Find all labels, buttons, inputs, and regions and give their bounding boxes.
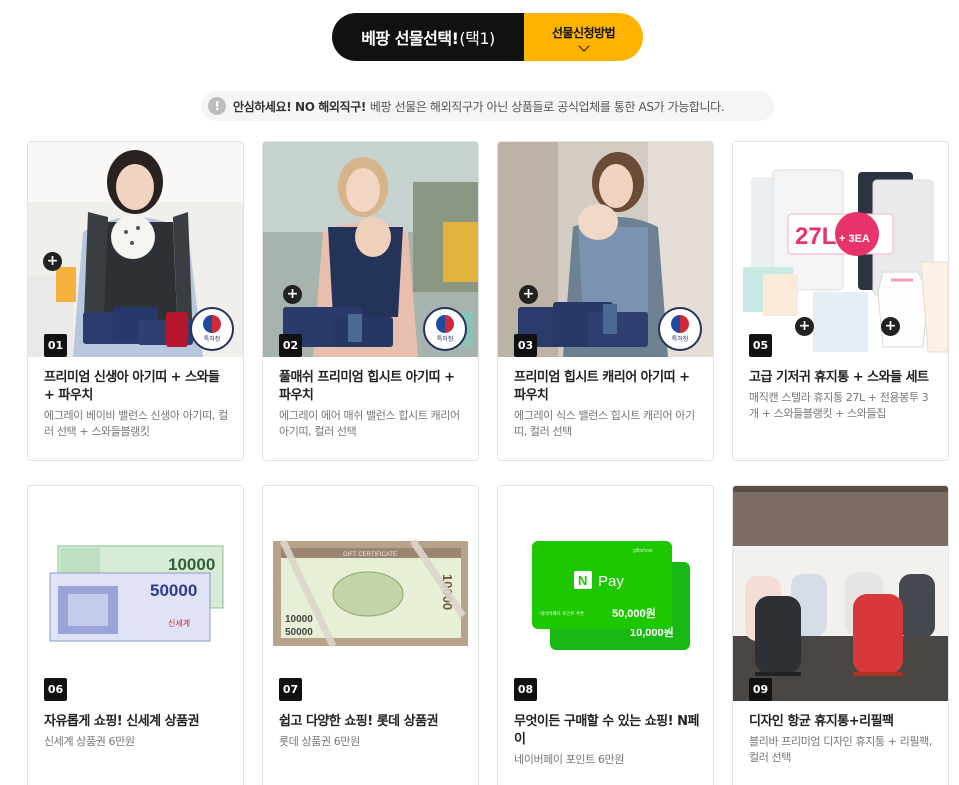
product-title: 쉽고 다양한 쇼핑! 롯데 상품권 — [279, 714, 439, 729]
plus-icon[interactable]: + — [283, 285, 302, 304]
svg-text:50,000원: 50,000원 — [612, 606, 656, 620]
tab-gift-select[interactable]: 베팡 선물선택! (택1) — [332, 13, 524, 61]
product-image: GIFT CERTIFICATE 10000 50000 10000 07 — [263, 486, 478, 701]
product-image: + 특허청 03 — [498, 142, 713, 357]
product-title: 고급 기저귀 휴지통 + 스와들 세트 — [749, 370, 929, 385]
exclamation-icon: ! — [208, 97, 226, 115]
product-card-02[interactable]: + 특허청 02 풀매쉬 프리미엄 힙시트 아기띠 + 파우치 에그레이 에어 … — [262, 141, 479, 461]
svg-text:10000: 10000 — [168, 555, 215, 574]
antibacterial-bin-photo — [733, 486, 948, 701]
product-title: 프리미엄 힙시트 캐리어 아기띠 + 파우치 — [514, 370, 690, 403]
product-image: + 특허청 02 — [263, 142, 478, 357]
product-title: 풀매쉬 프리미엄 힙시트 아기띠 + 파우치 — [279, 370, 455, 403]
product-desc: 에그레이 베이비 밸런스 신생아 아기띠, 컬러 선택 + 스와들블랭킷 — [44, 409, 228, 438]
product-title: 무엇이든 구매할 수 있는 쇼핑! N페이 — [514, 714, 699, 747]
product-card-09[interactable]: 09 디자인 항균 휴지통+리필팩 블리바 프리미엄 디자인 휴지통 + 리필팩… — [732, 485, 949, 785]
product-image: 27L + 3EA + + 05 — [733, 142, 948, 357]
product-number-badge: 08 — [514, 678, 537, 701]
tab-gift-select-label: 베팡 선물선택! — [361, 29, 459, 48]
patent-seal-icon: 특허청 — [423, 307, 467, 351]
product-number-badge: 09 — [749, 678, 772, 701]
svg-text:네이버페이 포인트 쿠폰: 네이버페이 포인트 쿠폰 — [540, 610, 584, 617]
product-image: 10,000원 giftishow N Pay 네이버페이 포인트 쿠폰 50,… — [498, 486, 713, 701]
chevron-down-icon — [577, 40, 590, 52]
svg-text:giftishow: giftishow — [633, 548, 653, 554]
product-title: 디자인 항균 휴지통+리필팩 — [749, 714, 894, 729]
plus-icon[interactable]: + — [43, 252, 62, 271]
gift-tabs: 베팡 선물선택! (택1) 선물신청방법 — [332, 13, 643, 61]
diaper-bin-photo: 27L + 3EA — [733, 142, 948, 357]
product-number-badge: 06 — [44, 678, 67, 701]
npay-card-image: 10,000원 giftishow N Pay 네이버페이 포인트 쿠폰 50,… — [498, 486, 713, 701]
shinsegae-voucher-image: 10000 50000 신세계 — [28, 486, 243, 701]
product-desc: 롯데 상품권 6만원 — [279, 735, 360, 748]
plus-icon[interactable]: + — [519, 285, 538, 304]
patent-seal-icon: 특허청 — [658, 307, 702, 351]
product-card-05[interactable]: 27L + 3EA + + 05 고급 기저귀 휴지통 + 스와들 세트 매직캔… — [732, 141, 949, 461]
product-number-badge: 03 — [514, 334, 537, 357]
product-number-badge: 01 — [44, 334, 67, 357]
notice-bar: ! 안심하세요! NO 해외직구! 베팡 선물은 해외직구가 아닌 상품들로 공… — [201, 91, 774, 121]
product-image: 09 — [733, 486, 948, 701]
svg-text:10000: 10000 — [285, 614, 313, 625]
notice-text: 베팡 선물은 해외직구가 아닌 상품들로 공식업체를 통한 AS가 가능합니다. — [369, 99, 725, 114]
product-image: 10000 50000 신세계 06 — [28, 486, 243, 701]
product-title: 프리미엄 신생아 아기띠 + 스와들 + 파우치 — [44, 370, 220, 403]
tab-gift-method[interactable]: 선물신청방법 — [524, 13, 643, 61]
svg-text:N: N — [578, 573, 587, 588]
product-image: + 특허청 01 — [28, 142, 243, 357]
plus-icon[interactable]: + — [881, 317, 900, 336]
product-desc: 에그레이 식스 밸런스 힙시트 캐리어 아기띠, 컬러 선택 — [514, 409, 695, 438]
svg-text:신세계: 신세계 — [168, 618, 190, 628]
product-card-01[interactable]: + 특허청 01 프리미엄 신생아 아기띠 + 스와들 + 파우치 에그레이 베… — [27, 141, 244, 461]
product-number-badge: 02 — [279, 334, 302, 357]
product-title: 자유롭게 쇼핑! 신세계 상품권 — [44, 714, 200, 729]
product-desc: 매직캔 스텔라 휴지통 27L + 전용봉투 3개 + 스와들블랭킷 + 스와들… — [749, 391, 929, 420]
svg-text:GIFT CERTIFICATE: GIFT CERTIFICATE — [343, 552, 397, 558]
product-desc: 에그레이 에어 매쉬 밸런스 힙시트 캐리어 아기띠, 컬러 선택 — [279, 409, 460, 438]
plus-icon[interactable]: + — [795, 317, 814, 336]
product-card-06[interactable]: 10000 50000 신세계 06 자유롭게 쇼핑! 신세계 상품권 신세계 … — [27, 485, 244, 785]
patent-seal-icon: 특허청 — [190, 307, 234, 351]
svg-text:+ 3EA: + 3EA — [839, 233, 870, 245]
product-card-07[interactable]: GIFT CERTIFICATE 10000 50000 10000 07 쉽고… — [262, 485, 479, 785]
product-desc: 블리바 프리미엄 디자인 휴지통 + 리필팩, 컬러 선택 — [749, 735, 932, 764]
product-desc: 네이버페이 포인트 6만원 — [514, 753, 624, 766]
product-number-badge: 07 — [279, 678, 302, 701]
tab-gift-method-label: 선물신청방법 — [551, 26, 616, 40]
svg-text:Pay: Pay — [598, 573, 624, 590]
svg-text:50000: 50000 — [150, 581, 197, 600]
product-desc: 신세계 상품권 6만원 — [44, 735, 135, 748]
svg-text:27L: 27L — [795, 223, 836, 250]
tab-gift-select-sub: (택1) — [459, 29, 495, 48]
notice-strong: 안심하세요! NO 해외직구! — [233, 99, 366, 114]
svg-text:50000: 50000 — [285, 627, 313, 638]
product-card-08[interactable]: 10,000원 giftishow N Pay 네이버페이 포인트 쿠폰 50,… — [497, 485, 714, 785]
lotte-voucher-image: GIFT CERTIFICATE 10000 50000 10000 — [263, 486, 478, 701]
product-number-badge: 05 — [749, 334, 772, 357]
product-card-03[interactable]: + 특허청 03 프리미엄 힙시트 캐리어 아기띠 + 파우치 에그레이 식스 … — [497, 141, 714, 461]
